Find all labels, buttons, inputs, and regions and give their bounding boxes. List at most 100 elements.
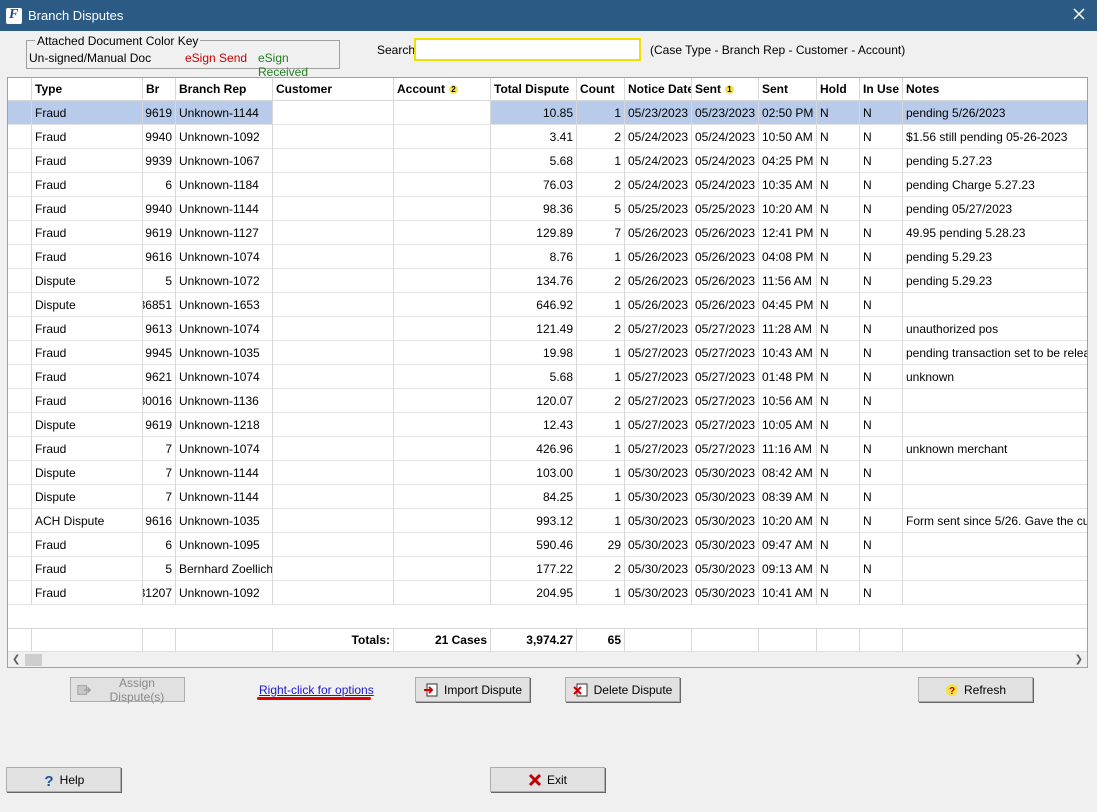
cell-sent-date: 05/26/2023: [692, 293, 759, 316]
row-selector[interactable]: [8, 293, 32, 316]
row-selector[interactable]: [8, 245, 32, 268]
row-selector[interactable]: [8, 485, 32, 508]
col-label: Notes: [906, 82, 940, 96]
cell-notice-date: 05/24/2023: [625, 149, 692, 172]
row-selector[interactable]: [8, 317, 32, 340]
cell-type: Dispute: [32, 269, 143, 292]
cell-sent-date: 05/27/2023: [692, 341, 759, 364]
col-sent-date[interactable]: Sent 1: [692, 78, 759, 100]
col-customer[interactable]: Customer: [273, 78, 394, 100]
col-type[interactable]: Type: [32, 78, 143, 100]
help-button[interactable]: ? Help: [6, 767, 121, 792]
row-selector[interactable]: [8, 413, 32, 436]
cell-count: 1: [577, 293, 625, 316]
table-row[interactable]: ACH Dispute 9616 Unknown-1035 993.12 1 05/30/…: [8, 509, 1087, 533]
table-row[interactable]: Fraud 9619 Unknown-1127 129.89 7 05/26/2023 05…: [8, 221, 1087, 245]
table-row[interactable]: Fraud 5 Bernhard Zoellich 177.22 2 05/30/2023…: [8, 557, 1087, 581]
col-notes[interactable]: Notes: [903, 78, 1087, 100]
cell-sent-time: 08:39 AM: [759, 485, 817, 508]
cell-total-dispute: 590.46: [491, 533, 577, 556]
col-in-use[interactable]: In Use: [860, 78, 903, 100]
table-row[interactable]: Fraud31207Unknown-1092204.95105/30/20230…: [8, 581, 1087, 605]
cell-br: 6: [143, 533, 176, 556]
cell-customer: [273, 437, 394, 460]
cell-br: 7: [143, 437, 176, 460]
row-selector[interactable]: [8, 557, 32, 580]
row-selector[interactable]: [8, 101, 32, 124]
cell-in-use: N: [860, 149, 903, 172]
cell-total-dispute: 12.43: [491, 413, 577, 436]
cell-notes: pending 5.27.23: [906, 153, 993, 168]
cell-sent-time: 10:35 AM: [759, 173, 817, 196]
col-br[interactable]: Br: [143, 78, 176, 100]
col-hold[interactable]: Hold: [817, 78, 860, 100]
scroll-right-icon[interactable]: ❯: [1075, 654, 1083, 665]
cell-notice-date: 05/25/2023: [625, 197, 692, 220]
table-row[interactable]: Fraud 9940 Unknown-1092 3.41 2 05/24/2023 05/2…: [8, 125, 1087, 149]
row-selector[interactable]: [8, 581, 32, 604]
row-selector[interactable]: [8, 365, 32, 388]
row-selector[interactable]: [8, 149, 32, 172]
table-row[interactable]: Fraud 7 Unknown-1074 426.96 1 05/27/2023 05/27…: [8, 437, 1087, 461]
table-row[interactable]: Dispute 5 Unknown-1072 134.76 2 05/26/2023 05/…: [8, 269, 1087, 293]
row-selector[interactable]: [8, 389, 32, 412]
row-selector[interactable]: [8, 461, 32, 484]
cell-branch-rep: Bernhard Zoellich: [176, 557, 273, 580]
row-selector[interactable]: [8, 173, 32, 196]
table-row[interactable]: Fraud 9939 Unknown-1067 5.68 1 05/24/2023 05/2…: [8, 149, 1087, 173]
col-sent-time[interactable]: Sent: [759, 78, 817, 100]
col-notice-date[interactable]: Notice Date: [625, 78, 692, 100]
col-label: Branch Rep: [179, 82, 247, 96]
cell-sent-time: 09:13 AM: [759, 557, 817, 580]
table-row[interactable]: Fraud 9621 Unknown-1074 5.68 1 05/27/2023 05/2…: [8, 365, 1087, 389]
table-row[interactable]: Fraud 6 Unknown-1095 590.46 29 05/30/2023 05/3…: [8, 533, 1087, 557]
horizontal-scrollbar[interactable]: ❮ ❯: [8, 651, 1087, 667]
table-row[interactable]: Fraud 9940 Unknown-1144 98.36 5 05/25/2023 05/…: [8, 197, 1087, 221]
table-row[interactable]: Dispute 7 Unknown-1144 84.25 1 05/30/2023 05/3…: [8, 485, 1087, 509]
table-row[interactable]: Fraud 6 Unknown-1184 76.03 2 05/24/2023 05/24/…: [8, 173, 1087, 197]
row-selector[interactable]: [8, 197, 32, 220]
table-row[interactable]: Dispute36851Unknown-1653646.92105/26/202…: [8, 293, 1087, 317]
table-row[interactable]: Fraud30016Unknown-1136120.07205/27/20230…: [8, 389, 1087, 413]
col-total-dispute[interactable]: Total Dispute: [491, 78, 577, 100]
table-row[interactable]: Fraud 9613 Unknown-1074 121.49 2 05/27/2023 05…: [8, 317, 1087, 341]
row-selector[interactable]: [8, 437, 32, 460]
table-row[interactable]: Fraud 9616 Unknown-1074 8.76 1 05/26/2023 05/2…: [8, 245, 1087, 269]
row-selector[interactable]: [8, 221, 32, 244]
cell-notice-date: 05/27/2023: [625, 341, 692, 364]
row-selector[interactable]: [8, 269, 32, 292]
table-row[interactable]: Dispute 9619 Unknown-1218 12.43 1 05/27/2023 0…: [8, 413, 1087, 437]
table-row[interactable]: Fraud 9945 Unknown-1035 19.98 1 05/27/2023 05/…: [8, 341, 1087, 365]
row-selector[interactable]: [8, 509, 32, 532]
cell-type: Fraud: [32, 197, 143, 220]
col-branch-rep[interactable]: Branch Rep: [176, 78, 273, 100]
cell-count: 1: [577, 509, 625, 532]
cell-customer: [273, 173, 394, 196]
cell-account: [394, 197, 491, 220]
col-account[interactable]: Account 2: [394, 78, 491, 100]
delete-dispute-button[interactable]: Delete Dispute: [565, 677, 680, 702]
table-row[interactable]: Dispute 7 Unknown-1144 103.00 1 05/30/2023 05/…: [8, 461, 1087, 485]
col-count[interactable]: Count: [577, 78, 625, 100]
refresh-button[interactable]: ? Refresh: [918, 677, 1033, 702]
right-click-options-link[interactable]: Right-click for options: [259, 683, 374, 697]
assign-dispute-button[interactable]: Assign Dispute(s): [70, 675, 185, 704]
search-input[interactable]: [414, 38, 641, 61]
cell-total-dispute: 8.76: [491, 245, 577, 268]
assign-label: Assign Dispute(s): [109, 675, 165, 704]
import-dispute-button[interactable]: Import Dispute: [415, 677, 530, 702]
table-row[interactable]: Fraud 9619 Unknown-1144 10.85 1 05/23/2023 05/…: [8, 101, 1087, 125]
scroll-left-icon[interactable]: ❮: [12, 654, 20, 665]
row-selector[interactable]: [8, 341, 32, 364]
exit-button[interactable]: Exit: [490, 767, 605, 792]
scrollbar-thumb[interactable]: [25, 654, 42, 666]
cell-customer: [273, 221, 394, 244]
cell-in-use: N: [860, 389, 903, 412]
disputes-grid[interactable]: Type Br Branch Rep Customer Account 2 Tot…: [7, 77, 1088, 668]
row-selector[interactable]: [8, 533, 32, 556]
cell-type: Dispute: [32, 293, 143, 316]
close-icon[interactable]: [1071, 6, 1087, 22]
cell-branch-rep: Unknown-1092: [176, 125, 273, 148]
cell-count: 1: [577, 437, 625, 460]
row-selector[interactable]: [8, 125, 32, 148]
